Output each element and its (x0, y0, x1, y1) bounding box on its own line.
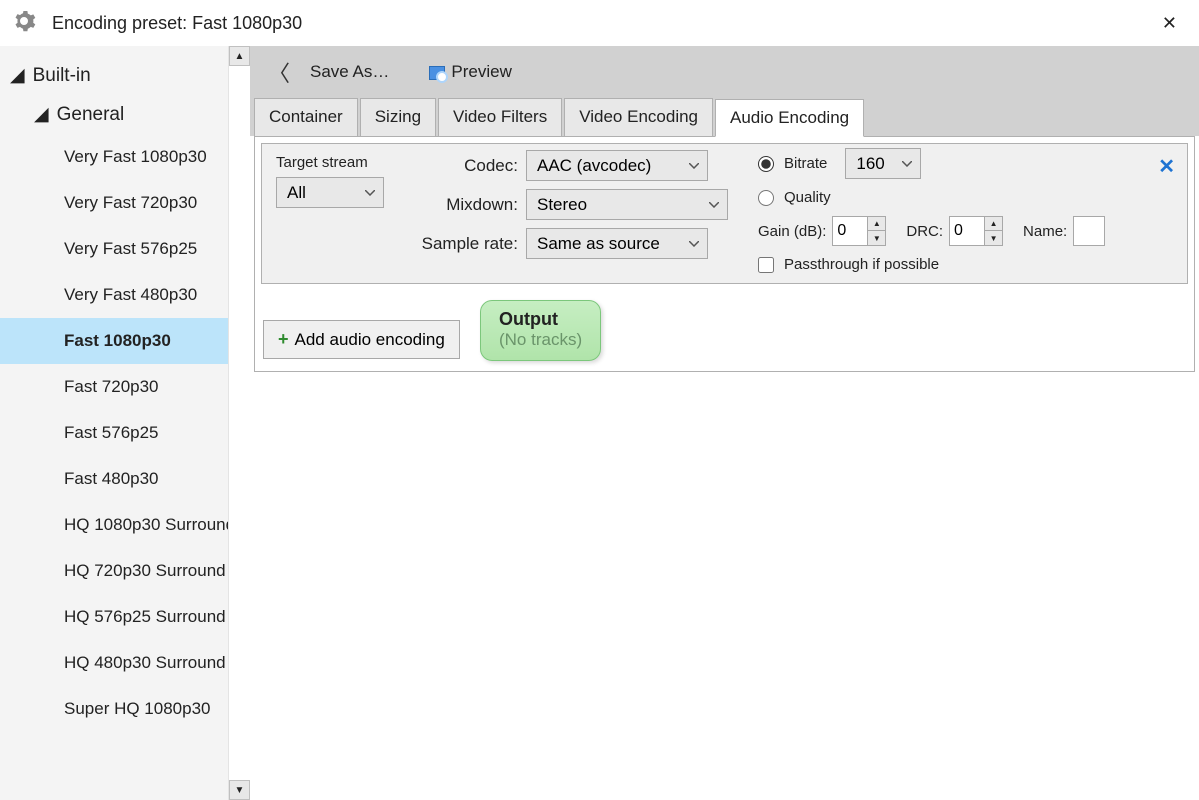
add-audio-encoding-button[interactable]: + Add audio encoding (263, 320, 460, 359)
tab-video-encoding[interactable]: Video Encoding (564, 98, 713, 136)
output-subtitle: (No tracks) (499, 330, 582, 350)
preset-item[interactable]: HQ 480p30 Surround (0, 640, 228, 686)
save-as-button[interactable]: Save As… (310, 62, 389, 82)
preset-sidebar: ◢ Built-in ◢ General Very Fast 1080p30Ve… (0, 46, 250, 800)
tab-audio-encoding[interactable]: Audio Encoding (715, 99, 864, 137)
window-title: Encoding preset: Fast 1080p30 (52, 13, 302, 34)
drc-label: DRC: (906, 223, 943, 240)
remove-encoding-icon[interactable]: ✕ (1158, 154, 1175, 179)
passthrough-checkbox[interactable] (758, 257, 774, 273)
gain-input[interactable] (833, 217, 867, 245)
audio-encoding-block: ✕ Target stream All Codec: AAC (avcodec) (261, 143, 1188, 284)
preset-item[interactable]: Very Fast 720p30 (0, 180, 228, 226)
bitrate-label: Bitrate (784, 155, 827, 172)
preset-item[interactable]: Fast 576p25 (0, 410, 228, 456)
gain-up-icon[interactable]: ▲ (868, 217, 885, 231)
codec-select[interactable]: AAC (avcodec) (526, 150, 708, 181)
drc-up-icon[interactable]: ▲ (985, 217, 1002, 231)
bitrate-select[interactable]: 160 (845, 148, 921, 179)
preset-item[interactable]: Very Fast 576p25 (0, 226, 228, 272)
close-icon[interactable]: ✕ (1152, 9, 1187, 38)
preset-item[interactable]: Very Fast 1080p30 (0, 134, 228, 180)
preset-item[interactable]: HQ 1080p30 Surround (0, 502, 228, 548)
tree-root-builtin[interactable]: ◢ Built-in (0, 56, 228, 95)
output-title: Output (499, 309, 582, 330)
gear-icon (12, 9, 52, 37)
preset-item[interactable]: HQ 576p25 Surround (0, 594, 228, 640)
bitrate-radio[interactable] (758, 156, 774, 172)
preset-item[interactable]: HQ 720p30 Surround (0, 548, 228, 594)
codec-label: Codec: (414, 156, 518, 176)
mixdown-label: Mixdown: (414, 195, 518, 215)
quality-radio[interactable] (758, 190, 774, 206)
quality-label: Quality (784, 189, 831, 206)
tree-group-general[interactable]: ◢ General (0, 95, 228, 134)
sidebar-scrollbar[interactable]: ▲ ▼ (228, 46, 250, 800)
sample-rate-label: Sample rate: (414, 234, 518, 254)
drc-stepper[interactable]: ▲▼ (949, 216, 1003, 246)
tab-video-filters[interactable]: Video Filters (438, 98, 562, 136)
preset-item[interactable]: Fast 1080p30 (0, 318, 228, 364)
mixdown-select[interactable]: Stereo (526, 189, 728, 220)
preset-item[interactable]: Super HQ 1080p30 (0, 686, 228, 732)
drc-input[interactable] (950, 217, 984, 245)
tab-container[interactable]: Container (254, 98, 358, 136)
drc-down-icon[interactable]: ▼ (985, 231, 1002, 245)
collapse-icon: ◢ (10, 64, 25, 87)
name-input[interactable] (1073, 216, 1105, 246)
preset-item[interactable]: Fast 480p30 (0, 456, 228, 502)
gain-stepper[interactable]: ▲▼ (832, 216, 886, 246)
output-chip[interactable]: Output (No tracks) (480, 300, 601, 361)
collapse-icon: ◢ (34, 103, 49, 126)
plus-icon: + (278, 329, 289, 350)
passthrough-label: Passthrough if possible (784, 256, 939, 273)
gain-down-icon[interactable]: ▼ (868, 231, 885, 245)
preview-button[interactable]: Preview (429, 62, 511, 82)
name-label: Name: (1023, 223, 1067, 240)
sample-rate-select[interactable]: Same as source (526, 228, 708, 259)
preview-icon (429, 66, 445, 80)
scroll-down-icon[interactable]: ▼ (229, 780, 250, 800)
target-stream-select[interactable]: All (276, 177, 384, 208)
preset-item[interactable]: Very Fast 480p30 (0, 272, 228, 318)
target-stream-label: Target stream (276, 154, 384, 171)
preset-item[interactable]: Fast 720p30 (0, 364, 228, 410)
scroll-up-icon[interactable]: ▲ (229, 46, 250, 66)
gain-label: Gain (dB): (758, 223, 826, 240)
back-button[interactable]: 〈 (262, 56, 296, 88)
tabstrip: ContainerSizingVideo FiltersVideo Encodi… (250, 98, 1199, 136)
tab-sizing[interactable]: Sizing (360, 98, 436, 136)
